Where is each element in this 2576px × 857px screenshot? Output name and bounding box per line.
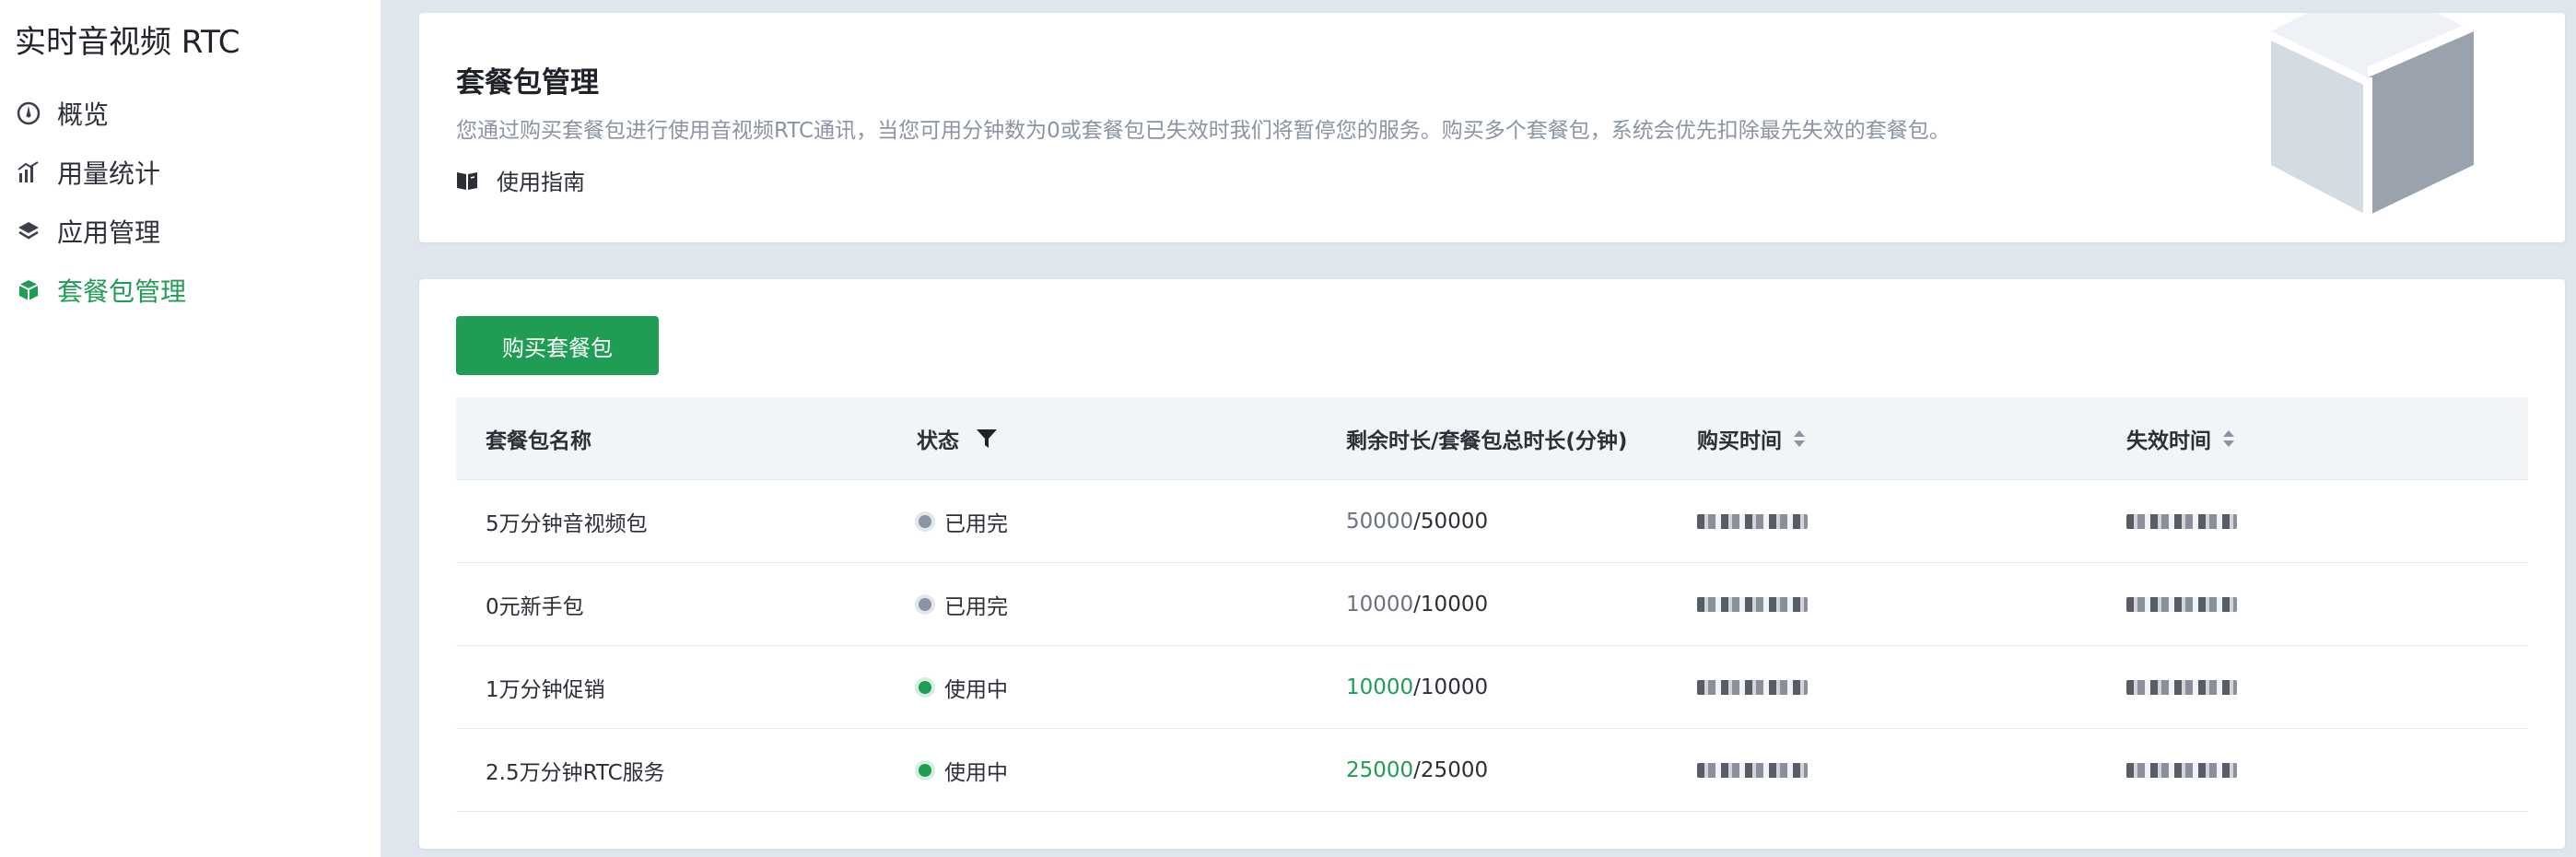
total-value: /25000 [1413, 757, 1489, 782]
layers-icon [15, 217, 42, 245]
status-badge: 使用中 [944, 677, 1008, 702]
status-badge: 已用完 [944, 594, 1008, 619]
package-name-cell: 2.5万分钟RTC服务 [486, 760, 665, 785]
expire-time-cell [2126, 762, 2237, 778]
intro-card: 套餐包管理 您通过购买套餐包进行使用音视频RTC通讯，当您可用分钟数为0或套餐包… [419, 13, 2565, 242]
sidebar-item-label: 用量统计 [57, 158, 161, 189]
user-guide-link[interactable]: 使用指南 [456, 164, 585, 196]
purchase-time-cell [1697, 513, 1808, 529]
purchase-time-cell [1697, 596, 1808, 612]
sidebar-item-package-management[interactable]: 套餐包管理 [15, 267, 365, 313]
remaining-cell: 50000/50000 [1346, 510, 1488, 534]
total-value: /10000 [1413, 592, 1489, 616]
remaining-cell: 10000/10000 [1346, 675, 1488, 699]
total-value: /50000 [1413, 509, 1489, 534]
redacted-value [1697, 596, 1808, 612]
table-row: 0元新手包 已用完 10000/10000 [456, 563, 2528, 646]
sidebar-item-app-management[interactable]: 应用管理 [15, 208, 365, 254]
package-table: 套餐包名称 状态 剩余时长/套餐包总时长(分钟) 购买时间 失效时间 5万分钟音… [456, 397, 2528, 812]
sidebar-item-usage-statistics[interactable]: 用量统计 [15, 149, 365, 195]
status-dot-icon [919, 763, 931, 777]
table-row: 5万分钟音视频包 已用完 50000/50000 [456, 480, 2528, 563]
status-cell: 使用中 [917, 755, 1008, 786]
total-value: /10000 [1413, 675, 1489, 699]
column-header-remaining: 剩余时长/套餐包总时长(分钟) [1346, 428, 1628, 453]
redacted-value [1697, 679, 1808, 695]
redacted-value [1697, 513, 1808, 529]
status-badge: 已用完 [944, 511, 1008, 536]
status-dot-icon [919, 514, 931, 528]
expire-time-cell [2126, 679, 2237, 695]
filter-icon[interactable] [976, 428, 998, 450]
expire-time-cell [2126, 513, 2237, 529]
purchase-time-cell [1697, 679, 1808, 695]
status-badge: 使用中 [944, 760, 1008, 785]
remaining-cell: 10000/10000 [1346, 593, 1488, 616]
sort-icon[interactable] [1793, 428, 1806, 449]
status-cell: 已用完 [917, 589, 1008, 620]
sidebar-item-overview[interactable]: 概览 [15, 90, 365, 136]
column-header-expire-time[interactable]: 失效时间 [2126, 423, 2235, 454]
page-description: 您通过购买套餐包进行使用音视频RTC通讯，当您可用分钟数为0或套餐包已失效时我们… [456, 119, 1950, 143]
package-name-cell: 1万分钟促销 [486, 677, 605, 702]
sort-icon[interactable] [2222, 428, 2235, 449]
redacted-value [2126, 762, 2237, 778]
package-list-card: 购买套餐包 套餐包名称 状态 剩余时长/套餐包总时长(分钟) 购买时间 失效时间… [419, 279, 2565, 849]
remaining-value: 25000 [1346, 757, 1414, 782]
column-header-name: 套餐包名称 [486, 428, 591, 453]
buy-package-button[interactable]: 购买套餐包 [456, 316, 659, 375]
table-header: 套餐包名称 状态 剩余时长/套餐包总时长(分钟) 购买时间 失效时间 [456, 397, 2528, 480]
redacted-value [2126, 513, 2237, 529]
status-dot-icon [919, 597, 931, 611]
redacted-value [2126, 596, 2237, 612]
column-header-purchase-time[interactable]: 购买时间 [1697, 423, 1806, 454]
package-box-illustration [2271, 13, 2474, 216]
book-icon [456, 170, 487, 191]
status-cell: 已用完 [917, 506, 1008, 537]
bar-chart-icon [15, 158, 42, 186]
sidebar: 实时音视频 RTC 概览 用量统计 应用管理 套餐包管理 [0, 0, 381, 857]
table-row: 1万分钟促销 使用中 10000/10000 [456, 646, 2528, 729]
redacted-value [1697, 762, 1808, 778]
status-cell: 使用中 [917, 672, 1008, 703]
sidebar-item-label: 概览 [57, 100, 110, 130]
remaining-value: 50000 [1346, 509, 1414, 534]
sidebar-item-label: 应用管理 [57, 217, 161, 248]
redacted-value [2126, 679, 2237, 695]
remaining-value: 10000 [1346, 592, 1414, 616]
user-guide-label: 使用指南 [497, 170, 585, 195]
package-name-cell: 5万分钟音视频包 [486, 511, 648, 536]
sidebar-item-label: 套餐包管理 [57, 276, 187, 307]
status-dot-icon [919, 680, 931, 694]
package-icon [15, 276, 42, 304]
purchase-time-cell [1697, 762, 1808, 778]
page-title: 套餐包管理 [456, 66, 599, 100]
remaining-cell: 25000/25000 [1346, 758, 1488, 782]
dashboard-icon [15, 100, 42, 127]
product-title: 实时音视频 RTC [15, 24, 240, 61]
package-name-cell: 0元新手包 [486, 594, 584, 619]
column-header-status: 状态 [917, 423, 998, 454]
table-row: 2.5万分钟RTC服务 使用中 25000/25000 [456, 729, 2528, 812]
remaining-value: 10000 [1346, 675, 1414, 699]
expire-time-cell [2126, 596, 2237, 612]
